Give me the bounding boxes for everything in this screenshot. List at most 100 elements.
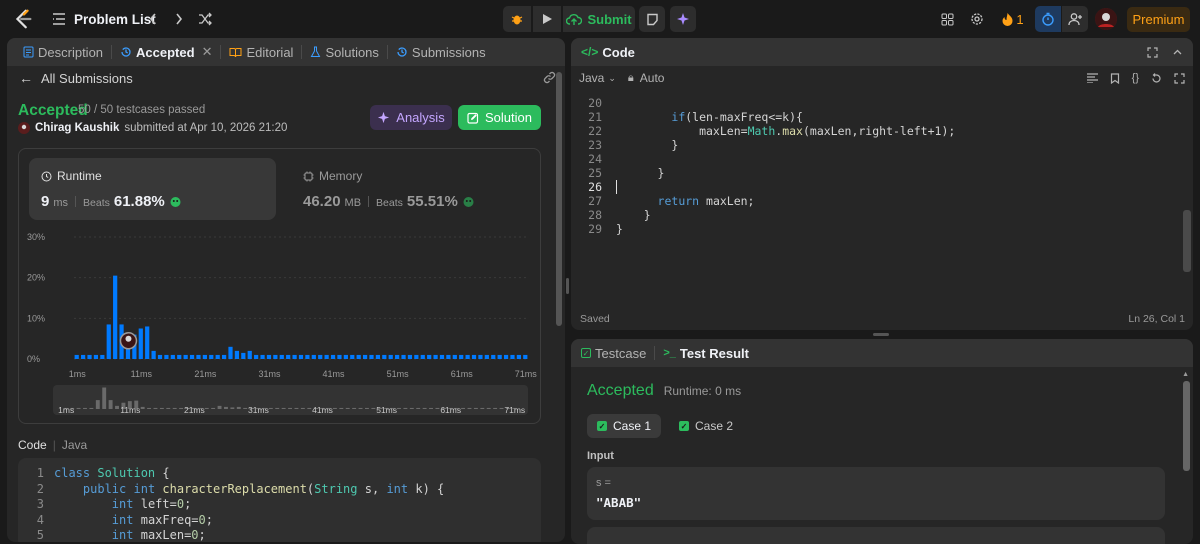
input-value-box-2[interactable]	[587, 527, 1165, 544]
left-panel-scrollbar[interactable]	[556, 72, 562, 326]
test-panel-scrollbar[interactable]	[1183, 381, 1190, 471]
chart-bar[interactable]	[228, 346, 233, 359]
chart-bar[interactable]	[113, 275, 118, 359]
chart-bar[interactable]	[407, 354, 413, 359]
leetcode-logo-icon[interactable]	[12, 8, 34, 30]
chart-bar[interactable]	[439, 354, 445, 359]
chart-bar[interactable]	[324, 354, 329, 359]
next-problem-button[interactable]	[171, 10, 187, 28]
tab-test-result[interactable]: >_ Test Result	[657, 339, 755, 367]
back-to-submissions-link[interactable]: ← All Submissions	[19, 70, 133, 86]
tab-accepted[interactable]: Accepted ✕	[114, 38, 218, 66]
chart-bar[interactable]	[427, 354, 432, 359]
chart-bar[interactable]	[433, 354, 438, 359]
chart-bar[interactable]	[503, 354, 509, 359]
analysis-button[interactable]: Analysis	[370, 105, 452, 130]
chart-bar[interactable]	[157, 354, 163, 359]
chart-bar[interactable]	[510, 354, 515, 359]
chart-bar[interactable]	[202, 354, 207, 359]
submitted-code-block[interactable]: 1 class Solution { 2 public int character…	[18, 458, 541, 542]
chart-bar[interactable]	[420, 354, 425, 359]
chevron-up-icon[interactable]	[1172, 47, 1183, 58]
chart-bar[interactable]	[452, 354, 457, 359]
code-editor[interactable]: 20 21 if(len-maxFreq<=k){ 22 maxLen=Math…	[571, 96, 1193, 296]
tab-code[interactable]: </> Code	[581, 38, 641, 66]
copy-link-button[interactable]	[542, 70, 556, 84]
chart-bar[interactable]	[478, 354, 483, 359]
chart-bar[interactable]	[164, 354, 169, 359]
chart-bar[interactable]	[337, 354, 342, 359]
chart-bar[interactable]	[145, 326, 150, 359]
case-2-tab[interactable]: ✓ Case 2	[669, 414, 743, 438]
chart-bar[interactable]	[177, 354, 182, 359]
chart-bar[interactable]	[260, 354, 265, 359]
case-1-tab[interactable]: ✓ Case 1	[587, 414, 662, 438]
close-tab-icon[interactable]: ✕	[202, 44, 213, 60]
chart-bar[interactable]	[292, 354, 297, 359]
layout-button[interactable]	[938, 10, 956, 28]
chart-bar[interactable]	[247, 350, 252, 359]
chart-bar[interactable]	[209, 354, 214, 359]
auto-mode-label[interactable]: Auto	[640, 71, 665, 85]
tab-testcase[interactable]: ✓ Testcase	[581, 339, 652, 367]
chart-bar[interactable]	[81, 354, 86, 359]
chart-bar[interactable]	[362, 354, 368, 359]
invite-button[interactable]	[1062, 6, 1088, 32]
chart-bar[interactable]	[388, 354, 393, 359]
chart-bar[interactable]	[330, 354, 336, 359]
chart-bar[interactable]	[87, 354, 92, 359]
chart-bar[interactable]	[183, 354, 188, 359]
editor-scrollbar[interactable]	[1183, 210, 1191, 272]
tab-editorial[interactable]: Editorial	[223, 38, 299, 66]
vertical-resize-handle[interactable]	[566, 278, 569, 294]
runtime-card[interactable]: Runtime 9 ms Beats 61.88%	[29, 158, 276, 220]
runtime-range-slider[interactable]: 1ms 11ms 21ms 31ms 41ms 51ms 61ms 71ms	[53, 385, 528, 415]
reset-icon[interactable]	[1151, 72, 1162, 84]
maximize-icon[interactable]	[1147, 46, 1158, 58]
settings-button[interactable]	[968, 10, 986, 28]
chart-bar[interactable]	[305, 354, 310, 359]
debug-button[interactable]	[503, 6, 531, 32]
chart-bar[interactable]	[523, 354, 528, 359]
braces-icon[interactable]: {}	[1132, 72, 1139, 84]
chart-bar[interactable]	[273, 354, 278, 359]
chart-bar[interactable]	[350, 354, 355, 359]
premium-button[interactable]: Premium	[1127, 7, 1190, 32]
streak-counter[interactable]: 1	[1000, 9, 1026, 29]
timer-button[interactable]	[1035, 6, 1061, 32]
chart-bar[interactable]	[106, 324, 111, 359]
scroll-up-arrow-icon[interactable]: ▲	[1182, 371, 1189, 378]
chart-bar[interactable]	[279, 354, 284, 359]
chart-bar[interactable]	[298, 354, 304, 359]
submit-button[interactable]: Submit	[563, 6, 635, 32]
random-problem-button[interactable]	[196, 10, 214, 28]
memory-card[interactable]: Memory 46.20 MB Beats 55.51%	[297, 158, 527, 220]
chart-bar[interactable]	[196, 354, 201, 359]
chart-bar[interactable]	[286, 354, 291, 359]
chart-bar[interactable]	[369, 354, 374, 359]
chart-bar[interactable]	[234, 350, 240, 359]
chart-bar[interactable]	[254, 354, 259, 359]
chart-bar[interactable]	[497, 354, 502, 359]
input-value-box[interactable]: s = "ABAB"	[587, 467, 1165, 520]
chart-bar[interactable]	[170, 354, 175, 359]
tab-solutions[interactable]: Solutions	[304, 38, 384, 66]
chart-bar[interactable]	[93, 354, 99, 359]
chart-bar[interactable]	[471, 354, 477, 359]
chart-bar[interactable]	[395, 354, 400, 359]
ai-assistant-button[interactable]	[670, 6, 696, 32]
tab-submissions[interactable]: Submissions	[390, 38, 492, 66]
chart-bar[interactable]	[465, 354, 470, 359]
chart-bar[interactable]	[414, 354, 419, 359]
fullscreen-icon[interactable]	[1174, 72, 1185, 84]
chart-bar[interactable]	[318, 354, 323, 359]
language-selector[interactable]: Java ⌄	[579, 71, 616, 85]
avatar[interactable]	[1095, 8, 1117, 30]
chart-bar[interactable]	[401, 354, 406, 359]
format-icon[interactable]	[1086, 73, 1098, 83]
chart-bar[interactable]	[382, 354, 387, 359]
chart-bar[interactable]	[138, 328, 143, 360]
chart-bar[interactable]	[446, 354, 451, 359]
notes-button[interactable]	[639, 6, 665, 32]
chart-bar[interactable]	[241, 352, 246, 359]
